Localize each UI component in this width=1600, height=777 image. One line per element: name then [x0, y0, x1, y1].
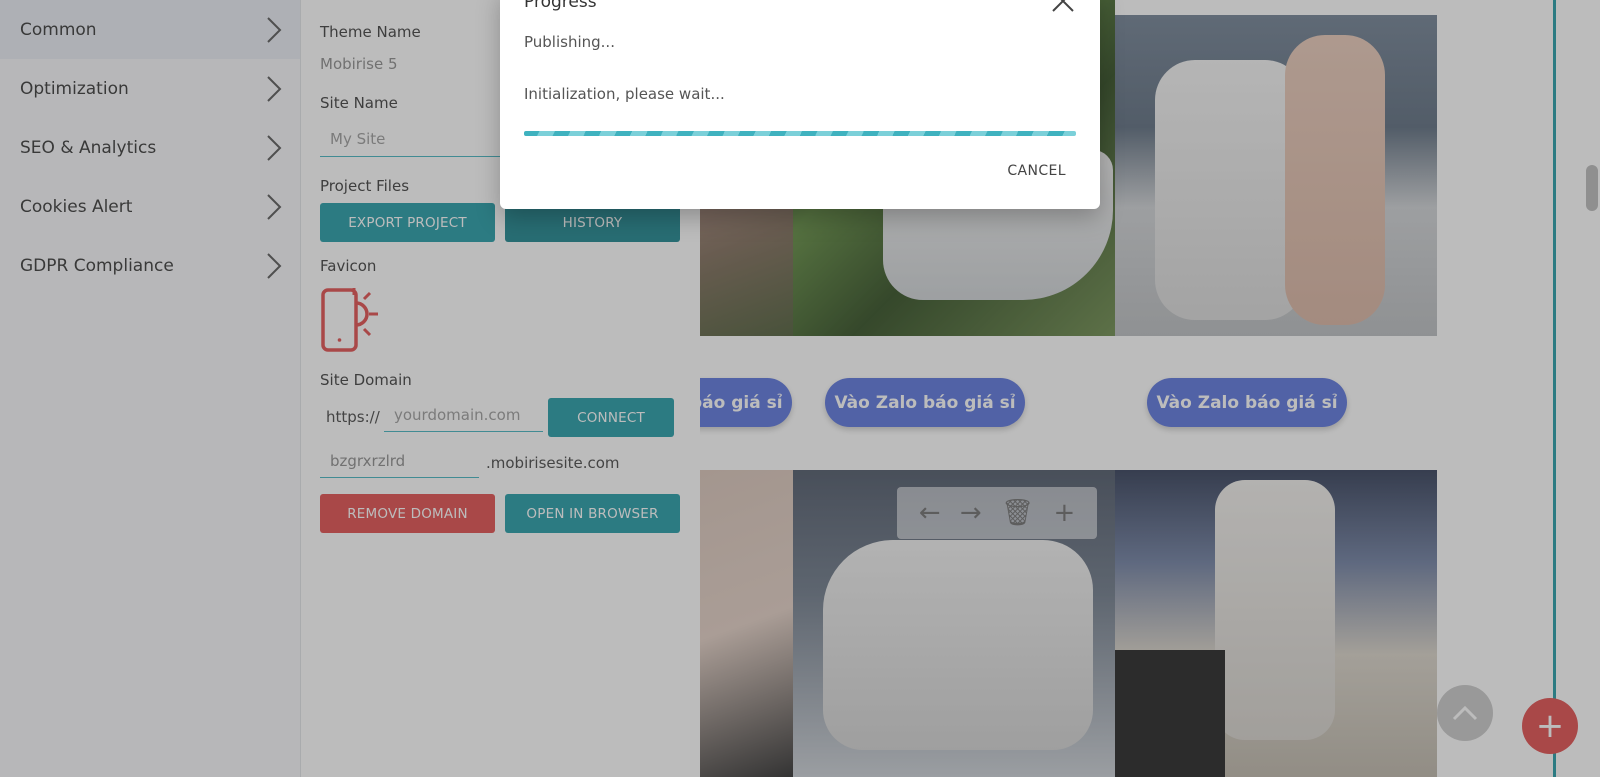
progress-dialog: Progress Publishing... Initialization, p… [500, 0, 1100, 209]
initialization-status-text: Initialization, please wait... [524, 85, 725, 103]
publishing-status-text: Publishing... [524, 33, 615, 51]
cancel-button[interactable]: CANCEL [1007, 163, 1066, 179]
progress-bar [524, 131, 1076, 136]
close-icon[interactable] [1050, 0, 1076, 14]
dialog-title: Progress [524, 0, 597, 12]
